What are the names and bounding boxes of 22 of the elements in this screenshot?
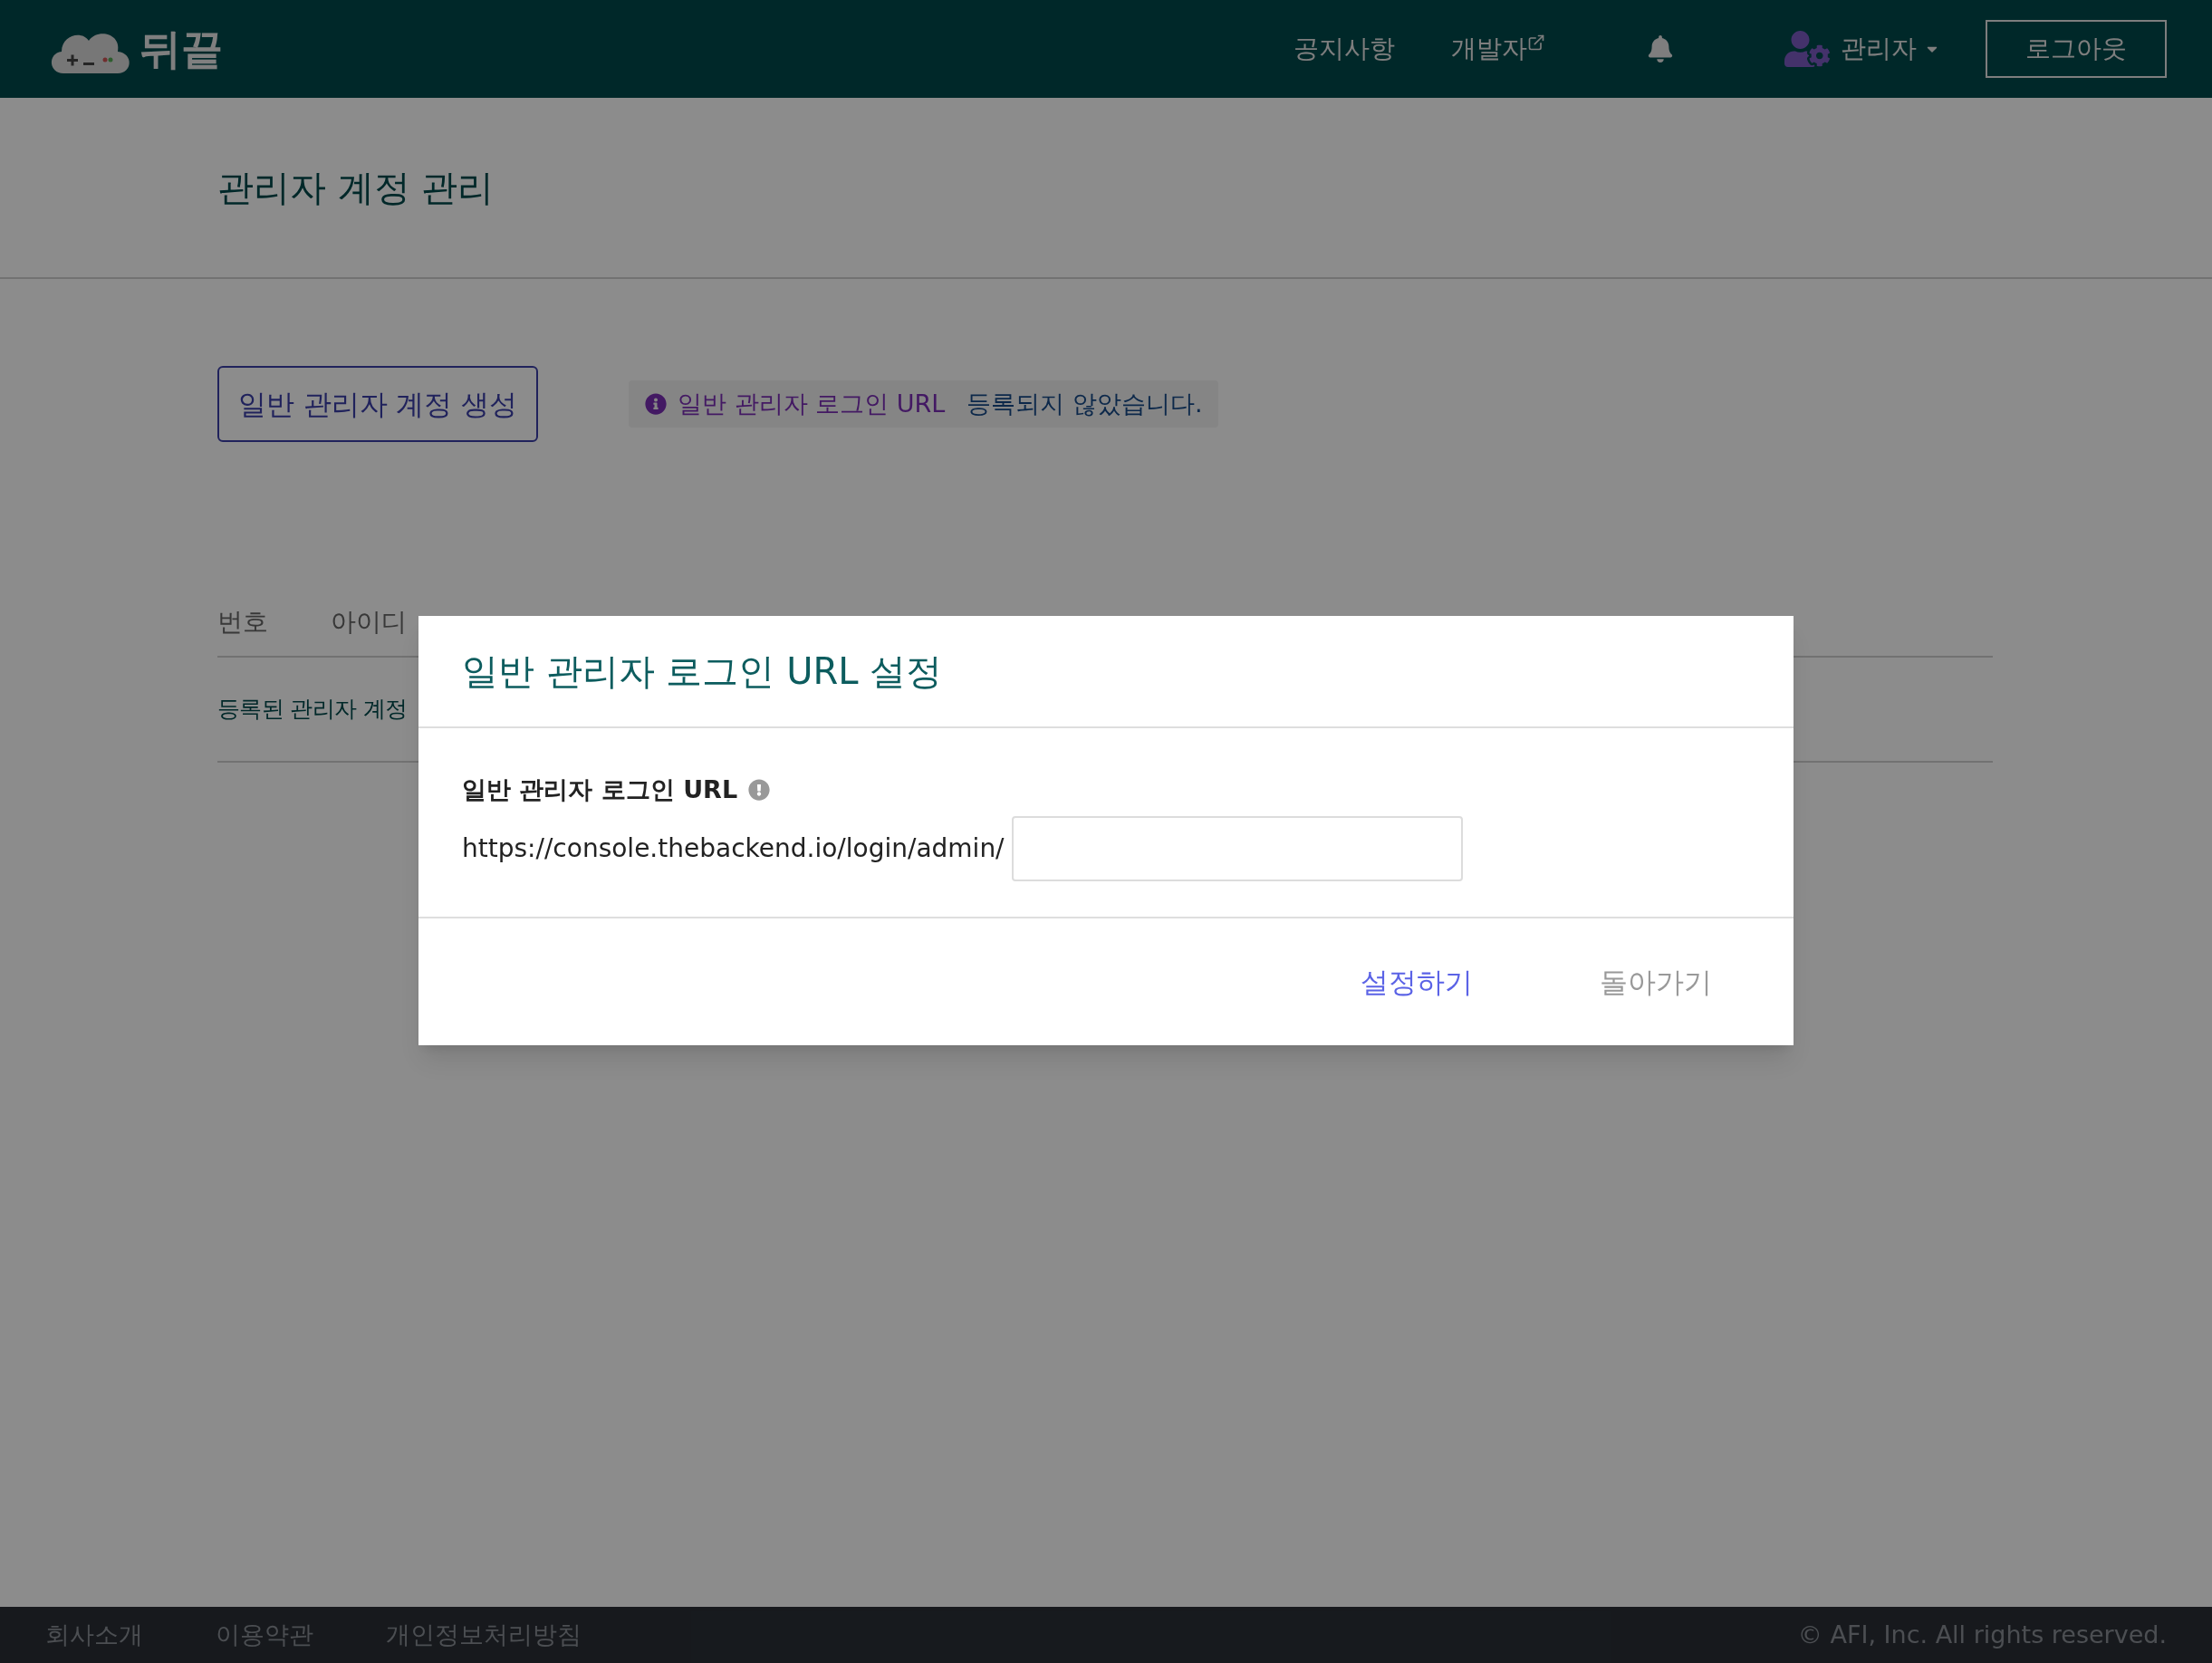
field-label: 일반 관리자 로그인 URL — [462, 774, 738, 805]
column-header: 아이디 — [331, 606, 408, 639]
confirm-button[interactable]: 설정하기 — [1361, 960, 1473, 1004]
page-title: 관리자 계정 관리 — [217, 166, 495, 210]
help-icon[interactable] — [748, 779, 771, 802]
logout-button[interactable]: 로그아웃 — [1986, 20, 2167, 78]
nav-link[interactable]: 개발자 — [1451, 30, 1545, 68]
create-admin-button[interactable]: 일반 관리자 계정 생성 — [217, 366, 538, 442]
notification-bell-icon[interactable] — [1647, 35, 1674, 62]
empty-message: 등록된 관리자 계정 — [217, 695, 408, 725]
url-prefix: https://console.thebackend.io/login/admin/ — [462, 832, 1005, 865]
column-header: 번호 — [217, 606, 269, 639]
cancel-button[interactable]: 돌아가기 — [1600, 960, 1712, 1004]
nav-link[interactable]: 공지사항 — [1294, 30, 1395, 68]
dialog-title: 일반 관리자 로그인 URL 설정 — [462, 649, 943, 694]
user-menu[interactable]: 관리자 — [1841, 30, 1940, 68]
logo-text[interactable]: 뒤끝 — [139, 17, 223, 81]
external-link-icon — [1527, 34, 1545, 52]
info-icon — [645, 393, 667, 415]
notice-text: 등록되지 않았습니다. — [967, 388, 1203, 419]
url-input[interactable] — [1011, 815, 1463, 881]
notice-link[interactable]: 일반 관리자 로그인 URL — [678, 385, 946, 423]
